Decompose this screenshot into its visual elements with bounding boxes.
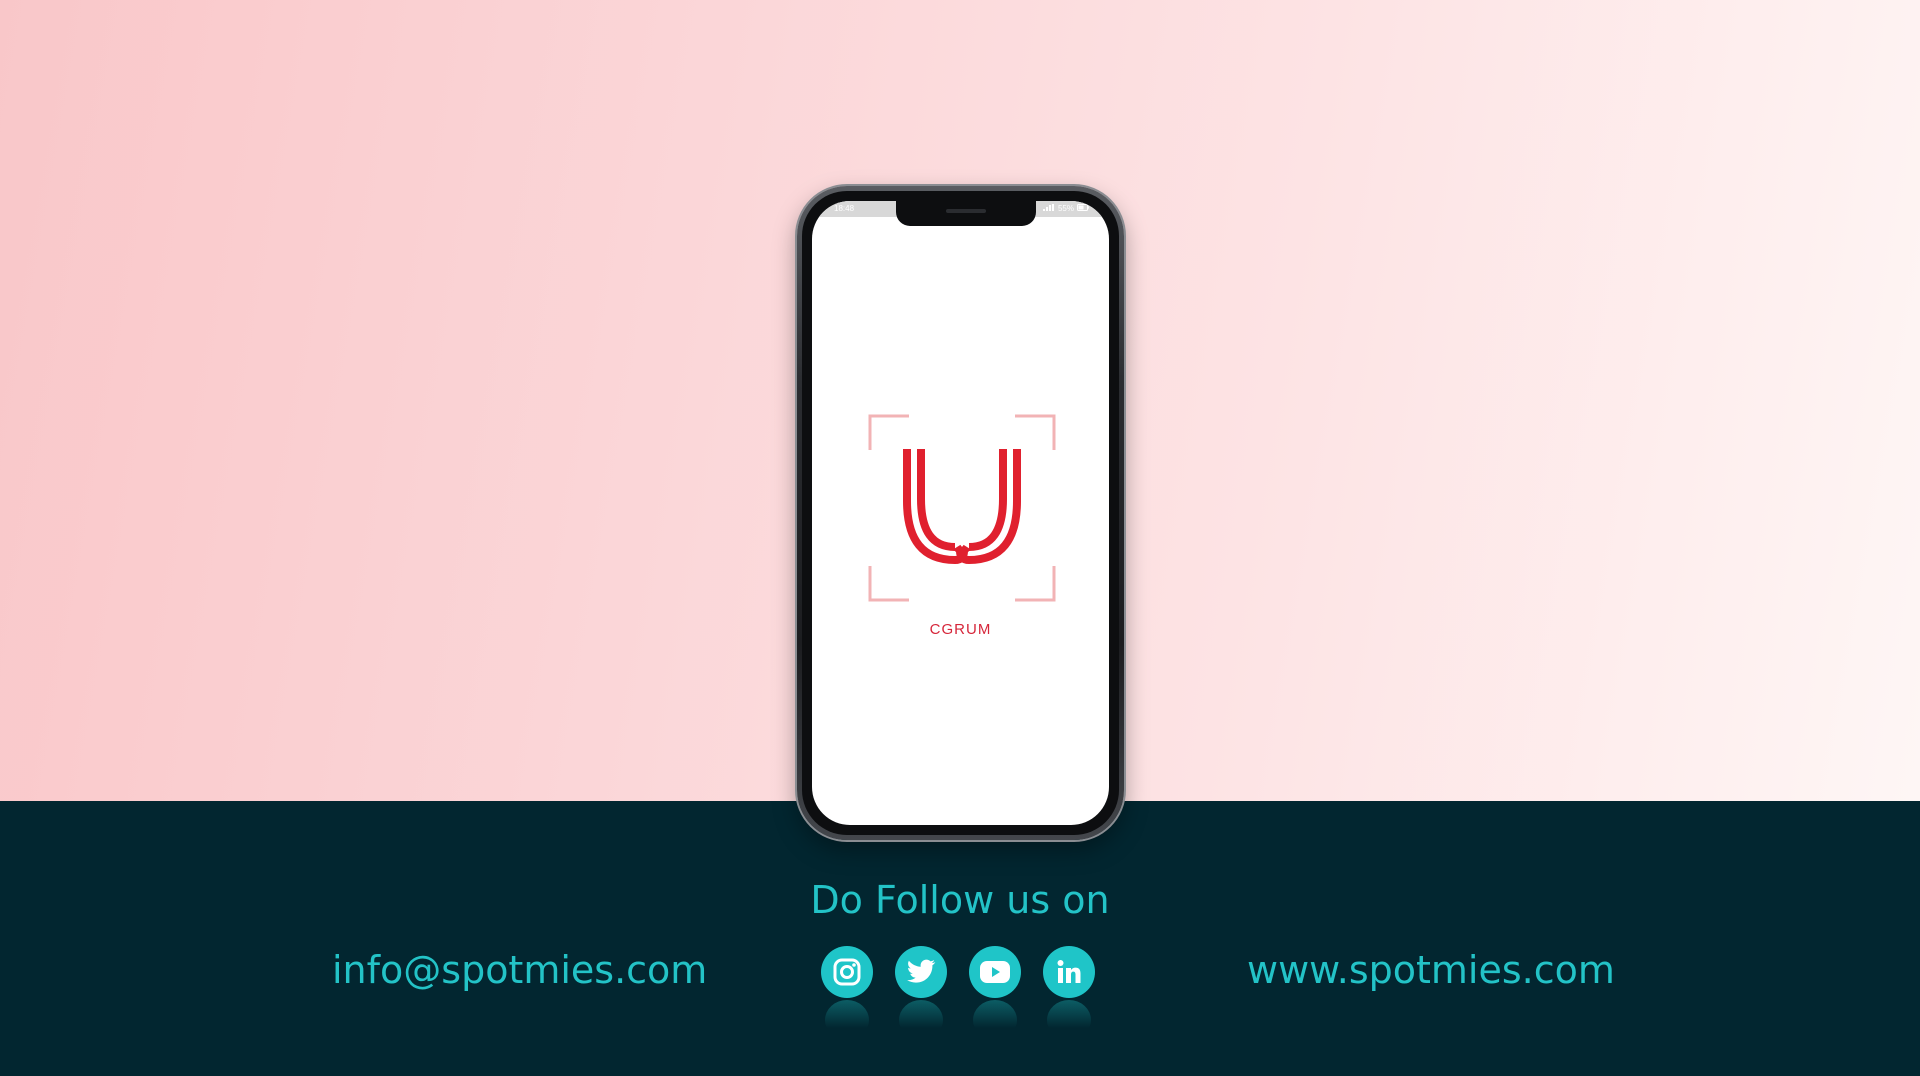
battery-icon	[1077, 204, 1089, 213]
logo-w-mark	[903, 449, 1021, 565]
linkedin-icon	[1056, 959, 1082, 985]
website-link[interactable]: www.spotmies.com	[1247, 948, 1615, 992]
youtube-icon	[979, 960, 1011, 984]
follow-heading: Do Follow us on	[810, 878, 1110, 922]
footer-band	[0, 801, 1920, 1076]
app-logo	[867, 413, 1057, 603]
email-link[interactable]: info@spotmies.com	[332, 948, 707, 992]
instagram-icon	[832, 957, 862, 987]
twitter-icon	[906, 959, 936, 985]
status-battery-text: 55%	[1057, 204, 1074, 213]
phone-mockup: 18:48 55% CGRUM	[797, 186, 1124, 840]
youtube-button[interactable]	[969, 946, 1021, 1040]
logo-corner-brackets	[868, 414, 1056, 602]
social-links	[821, 946, 1095, 1040]
slide: 18:48 55% CGRUM Do Follow us on info@spo…	[0, 0, 1920, 1076]
twitter-button[interactable]	[895, 946, 947, 1040]
status-time: 18:48	[834, 204, 855, 213]
status-right: 55%	[1042, 204, 1089, 213]
phone-bezel: 18:48 55% CGRUM	[802, 191, 1119, 835]
signal-icon	[1042, 204, 1055, 213]
app-name: CGRUM	[929, 621, 992, 638]
phone-screen: 18:48 55% CGRUM	[812, 201, 1109, 825]
linkedin-button[interactable]	[1043, 946, 1095, 1040]
phone-notch	[896, 201, 1036, 226]
phone-speaker	[946, 209, 986, 213]
instagram-button[interactable]	[821, 946, 873, 1040]
